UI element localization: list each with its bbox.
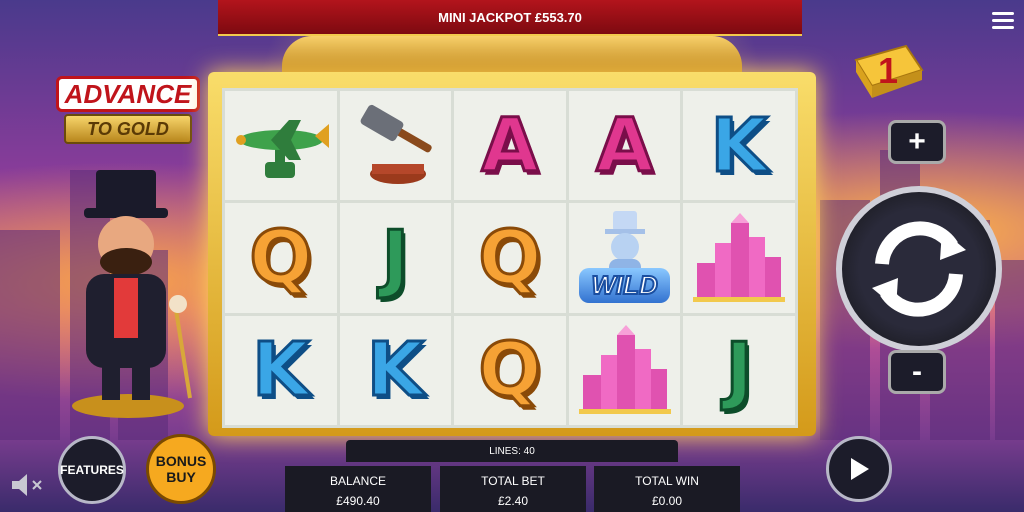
reel-cell: K [339,315,452,425]
symbol-a: A [480,102,540,189]
game-logo: ADVANCE TO GOLD [56,74,202,154]
reel-cell [225,91,337,201]
reel-cell: J [339,203,452,313]
reel-cell: A [454,91,566,201]
symbol-q: Q [477,214,543,301]
symbol-q: Q [477,327,543,414]
symbol-k: K [709,102,769,189]
total-win-panel: TOTAL WIN £0.00 [594,466,740,512]
balance-label: BALANCE [329,474,387,488]
features-label: FEATURES [60,463,124,477]
balance-panel: BALANCE £490.40 [285,466,431,512]
reel-cell: K [683,91,795,201]
symbol-a: A [594,102,654,189]
features-button[interactable]: FEATURES [58,436,126,504]
symbol-q: Q [248,214,314,301]
reel-cell: WILD [568,203,681,313]
reel-cell: Q [454,203,566,313]
gavel-icon [361,104,433,184]
buildings-icon [693,212,786,302]
reel-grid: A A K Q J Q WILD K K Q J [222,88,798,428]
symbol-k: K [365,327,425,414]
menu-icon[interactable] [992,8,1016,40]
reel-cell [568,315,681,425]
balance-value: £490.40 [336,494,380,508]
total-win-value: £0.00 [651,494,683,508]
jackpot-label: MINI JACKPOT £553.70 [438,9,582,25]
bonus-buy-button[interactable]: BONUS BUY [146,434,216,504]
reel-cell: Q [225,203,337,313]
spin-button[interactable] [836,186,1002,352]
symbol-j: J [380,214,410,301]
bet-decrease-button[interactable]: - [888,350,946,394]
autoplay-button[interactable] [826,436,892,502]
total-bet-label: TOTAL BET [481,474,545,488]
wild-label: WILD [578,267,671,303]
reel-cell: A [568,91,681,201]
reel-cell: Q [454,315,566,425]
mini-jackpot-banner: MINI JACKPOT £553.70 [218,0,802,36]
lines-label: LINES: 40 [489,445,535,457]
bet-level-value: 1 [877,50,899,91]
bonus-label-line2: BUY [166,469,196,485]
total-bet-value: £2.40 [497,494,529,508]
reel-cell: K [225,315,337,425]
reel-cell [339,91,452,201]
buildings-icon [578,325,671,415]
symbol-j: J [724,327,754,414]
total-bet-panel: TOTAL BET £2.40 [440,466,586,512]
logo-line-1: ADVANCE [56,76,200,112]
plane-icon [235,119,329,178]
mascot-character [72,170,192,418]
symbol-k: K [251,327,311,414]
sound-muted-icon[interactable] [10,472,46,498]
bonus-label-line1: BONUS [155,453,207,469]
bet-increase-button[interactable]: + [888,120,946,164]
lines-indicator: LINES: 40 [346,440,678,462]
spin-arrows-icon [872,221,966,317]
play-icon [851,458,869,480]
reel-cell: J [683,315,795,425]
logo-line-2: TO GOLD [64,114,192,144]
total-win-label: TOTAL WIN [635,474,699,488]
bet-level-indicator: 1 [846,40,926,102]
reel-cell [683,203,795,313]
reel-frame-crest [282,36,742,76]
